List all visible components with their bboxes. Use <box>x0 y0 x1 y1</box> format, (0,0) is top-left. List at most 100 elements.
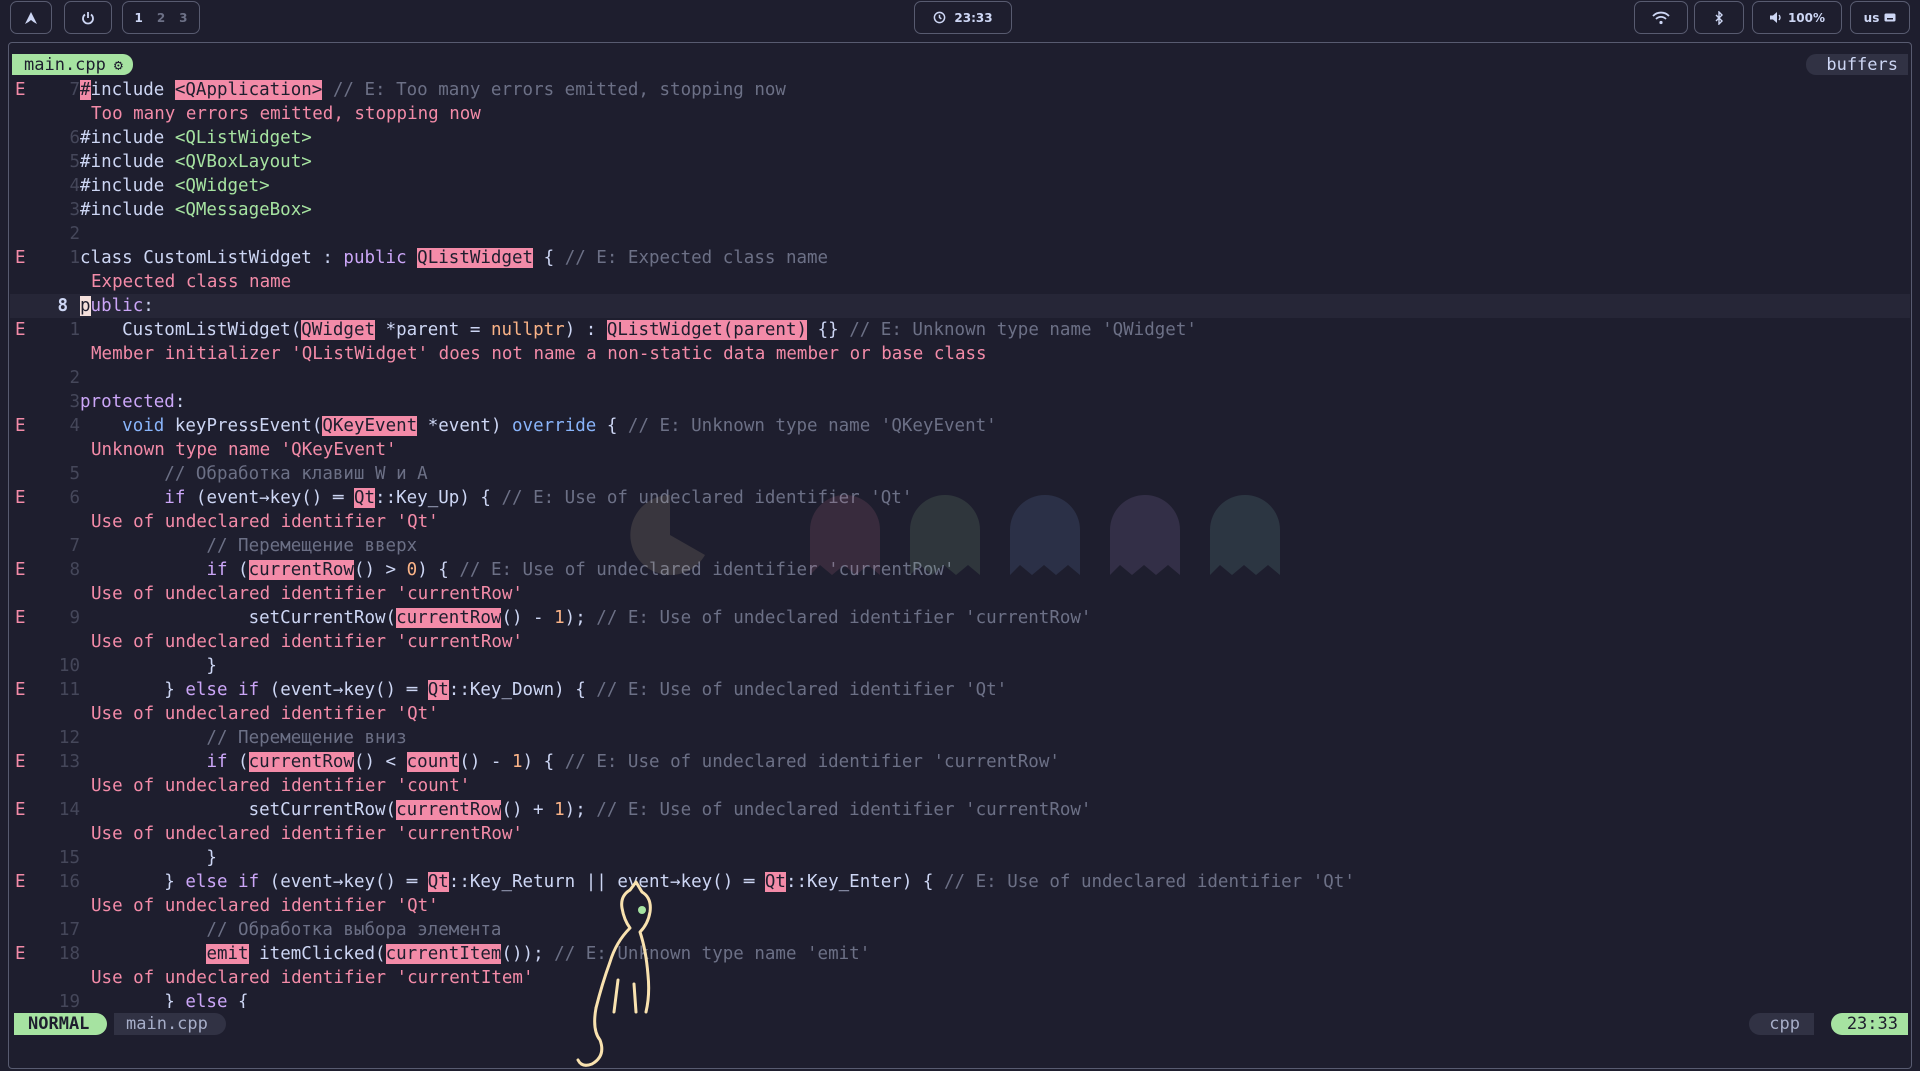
diagnostic-virtual-line[interactable]: Use of undeclared identifier 'currentRow… <box>10 582 1910 606</box>
diagnostic-virtual-line[interactable]: Expected class name <box>10 270 1910 294</box>
code-line[interactable]: 10 } <box>10 654 1910 678</box>
code-token: #include <box>80 176 175 196</box>
diagnostic-text: Use of undeclared identifier 'currentRow… <box>91 584 523 604</box>
diagnostic-virtual-line[interactable]: Use of undeclared identifier 'currentRow… <box>10 822 1910 846</box>
code-token: : <box>143 296 154 316</box>
mode-indicator: NORMAL <box>14 1013 108 1035</box>
diagnostic-virtual-line[interactable]: Too many errors emitted, stopping now <box>10 102 1910 126</box>
code-text: #include <QListWidget> <box>80 126 312 150</box>
diagnostic-text: Use of undeclared identifier 'currentRow… <box>91 824 523 844</box>
diagnostic-virtual-line[interactable]: Use of undeclared identifier 'currentIte… <box>10 966 1910 990</box>
code-line[interactable]: 8 public: <box>10 294 1910 318</box>
code-text: protected: <box>80 390 185 414</box>
code-line[interactable]: 19 } else { <box>10 990 1910 1008</box>
code-line[interactable]: 15 } <box>10 846 1910 870</box>
code-line[interactable]: E 9 setCurrentRow(currentRow() - 1); // E… <box>10 606 1910 630</box>
code-token: } <box>80 872 186 892</box>
clock-widget[interactable]: 23:33 <box>914 1 1012 34</box>
keyboard-layout-button[interactable]: us <box>1850 1 1910 34</box>
code-text: #include <QVBoxLayout> <box>80 150 312 174</box>
line-number: 1 <box>69 248 80 268</box>
error-highlight: Qt <box>427 680 449 700</box>
code-line[interactable]: E 18 emit itemClicked(currentItem()); // … <box>10 942 1910 966</box>
clock-text: 23:33 <box>954 10 993 25</box>
code-line[interactable]: 17 // Обработка выбора элемента <box>10 918 1910 942</box>
pacman-shape <box>630 495 705 575</box>
code-line[interactable]: 6 #include <QListWidget> <box>10 126 1910 150</box>
line-number: 4 <box>69 416 80 436</box>
code-token: } <box>80 680 186 700</box>
code-comment: // Перемещение вниз <box>80 728 407 748</box>
tab-main-cpp[interactable]: main.cpp ⚙ <box>12 54 133 75</box>
clock-icon <box>933 11 946 24</box>
code-line[interactable]: 2 <box>10 366 1910 390</box>
code-text: } else if (event→key() ═ Qt::Key_Return … <box>80 870 1355 894</box>
code-line[interactable]: E 7 #include <QApplication> // E: Too many… <box>10 78 1910 102</box>
code-token: if <box>206 752 228 772</box>
bluetooth-button[interactable] <box>1694 1 1744 34</box>
code-line[interactable]: 3 #include <QMessageBox> <box>10 198 1910 222</box>
code-text: public: <box>80 294 154 318</box>
diagnostic-virtual-line[interactable]: Use of undeclared identifier 'currentRow… <box>10 630 1910 654</box>
code-line[interactable]: E 11 } else if (event→key() ═ Qt::Key_Dow… <box>10 678 1910 702</box>
code-text: } else { <box>80 990 248 1008</box>
code-line[interactable]: 5 #include <QVBoxLayout> <box>10 150 1910 174</box>
code-token: } <box>80 848 217 868</box>
error-highlight: # <box>80 80 91 100</box>
line-number: 13 <box>58 752 80 772</box>
gear-icon[interactable]: ⚙ <box>114 56 123 74</box>
buffers-indicator[interactable]: buffers <box>1806 54 1908 75</box>
diagnostic-virtual-line[interactable]: Use of undeclared identifier 'count' <box>10 774 1910 798</box>
code-line[interactable]: E 13 if (currentRow() < count() - 1) { //… <box>10 750 1910 774</box>
code-token: <QMessageBox> <box>174 200 312 220</box>
code-line[interactable]: 12 // Перемещение вниз <box>10 726 1910 750</box>
code-token: public <box>343 248 407 268</box>
statusline-clock: 23:33 <box>1830 1013 1908 1035</box>
tab-label: main.cpp <box>24 54 106 75</box>
code-line[interactable]: 5 // Обработка клавиш W и A <box>10 462 1910 486</box>
workspace-1[interactable]: 1 <box>134 11 142 25</box>
error-sign: E <box>15 680 26 700</box>
code-token: include <box>90 80 175 100</box>
code-token: else if <box>185 680 260 700</box>
workspace-2[interactable]: 2 <box>157 11 165 25</box>
wifi-button[interactable] <box>1634 1 1688 34</box>
code-text: #include <QWidget> <box>80 174 270 198</box>
code-line[interactable]: E 1 CustomListWidget(QWidget *parent = nu… <box>10 318 1910 342</box>
launcher-button[interactable] <box>10 1 52 34</box>
code-comment: // E: Use of undeclared identifier 'curr… <box>596 608 1092 628</box>
code-line[interactable]: 2 <box>10 222 1910 246</box>
line-number: 5 <box>69 464 80 484</box>
diagnostic-virtual-line[interactable]: Member initializer 'QListWidget' does no… <box>10 342 1910 366</box>
code-line[interactable]: E 16 } else if (event→key() ═ Qt::Key_Ret… <box>10 870 1910 894</box>
code-line[interactable]: 3 protected: <box>10 390 1910 414</box>
error-highlight: QKeyEvent <box>322 416 418 436</box>
error-highlight: currentRow <box>248 560 354 580</box>
code-line[interactable]: 4 #include <QWidget> <box>10 174 1910 198</box>
code-comment: // E: Use of undeclared identifier 'Qt' <box>596 680 1008 700</box>
error-highlight: count <box>406 752 460 772</box>
code-token: ) { <box>417 560 460 580</box>
ghost-shape <box>1010 495 1080 575</box>
diagnostic-virtual-line[interactable]: Unknown type name 'QKeyEvent' <box>10 438 1910 462</box>
code-line[interactable]: E 14 setCurrentRow(currentRow() + 1); // … <box>10 798 1910 822</box>
line-number: 2 <box>69 368 80 388</box>
diagnostic-text: Use of undeclared identifier 'currentRow… <box>91 632 523 652</box>
error-sign: E <box>15 944 26 964</box>
power-button[interactable] <box>64 1 112 34</box>
code-line[interactable]: E 1 class CustomListWidget : public QListW… <box>10 246 1910 270</box>
error-sign: E <box>15 416 26 436</box>
error-highlight: Qt <box>427 872 449 892</box>
code-token: { <box>596 416 628 436</box>
volume-button[interactable]: 100% <box>1752 1 1842 34</box>
code-token: <QListWidget> <box>174 128 312 148</box>
workspace-3[interactable]: 3 <box>179 11 187 25</box>
code-line[interactable]: E 4 void keyPressEvent(QKeyEvent *event) … <box>10 414 1910 438</box>
code-text: void keyPressEvent(QKeyEvent *event) ove… <box>80 414 997 438</box>
diagnostic-virtual-line[interactable]: Use of undeclared identifier 'Qt' <box>10 702 1910 726</box>
diagnostic-virtual-line[interactable]: Use of undeclared identifier 'Qt' <box>10 894 1910 918</box>
code-token: #include <box>80 152 175 172</box>
ghost-shape <box>910 495 980 575</box>
code-token: if <box>206 560 228 580</box>
